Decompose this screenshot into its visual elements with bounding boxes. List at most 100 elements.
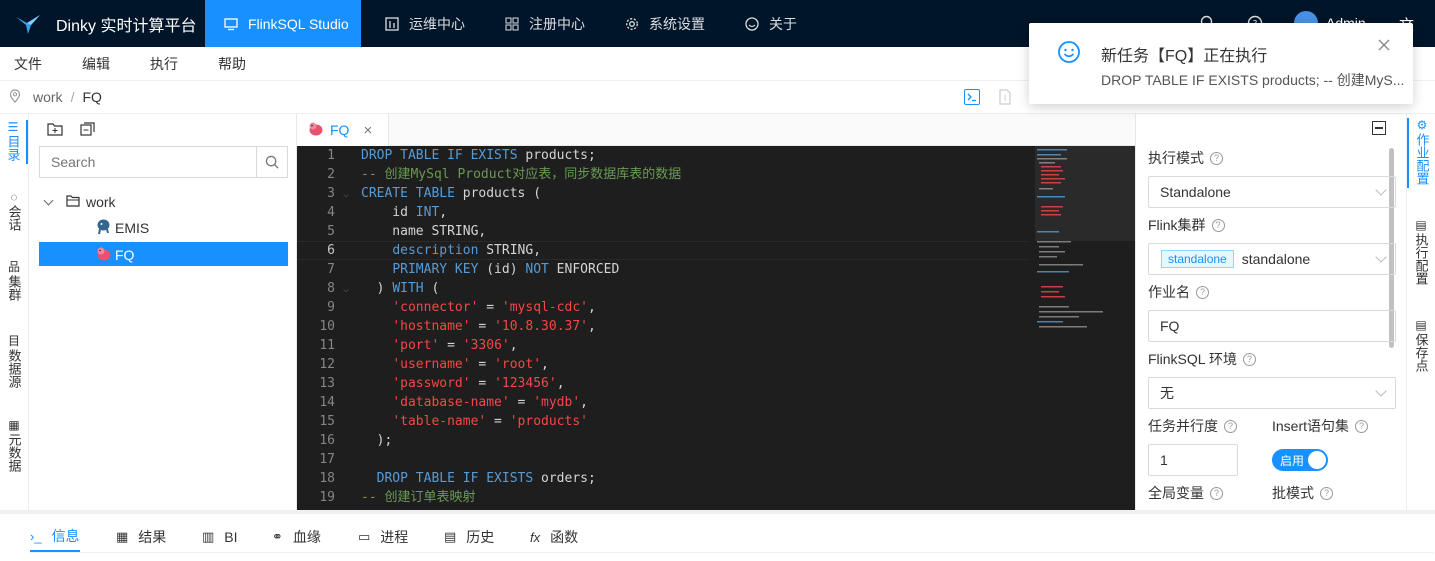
line-number: 5 — [327, 224, 335, 239]
collapse-all-icon[interactable] — [80, 122, 95, 139]
rail-job-config[interactable]: ⚙ 作业配置 — [1407, 118, 1435, 188]
rail-session[interactable]: ◌ 会话 — [0, 190, 28, 234]
flinksql-env-select[interactable]: 无 — [1148, 377, 1396, 409]
nav-flinksql-studio[interactable]: FlinkSQL Studio — [205, 0, 361, 47]
code-line[interactable]: 1 DROP TABLE IF EXISTS products; — [297, 146, 1135, 165]
tab-history[interactable]: ▤ 历史 — [444, 522, 494, 552]
code-line[interactable]: 5 name STRING, — [297, 222, 1135, 241]
question-circle-icon[interactable]: ? — [1320, 486, 1333, 500]
code-line[interactable]: 13 'password' = '123456', — [297, 374, 1135, 393]
nav-label: FlinkSQL Studio — [248, 15, 349, 32]
line-number: 4 — [327, 205, 335, 220]
insert-statement-set-toggle[interactable]: 启用 — [1272, 449, 1328, 471]
rail-exec-config[interactable]: ▤ 执行配置 — [1407, 218, 1435, 288]
code-line[interactable]: 19 -- 创建订单表映射 — [297, 488, 1135, 507]
code-line[interactable]: 8 ) WITH ( — [297, 279, 1135, 298]
code-line[interactable]: 2 -- 创建MySql Product对应表，同步数据库表的数据 — [297, 165, 1135, 184]
nav-ops-center[interactable]: 运维中心 — [385, 0, 465, 47]
tab-fq[interactable]: FQ × — [297, 114, 389, 146]
chevron-down-icon[interactable] — [43, 195, 54, 205]
menu-run[interactable]: 执行 — [150, 54, 178, 74]
export-file-icon[interactable] — [998, 89, 1012, 108]
code-line[interactable]: 10 'hostname' = '10.8.30.37', — [297, 317, 1135, 336]
code-line[interactable]: 11 'port' = '3306', — [297, 336, 1135, 355]
question-circle-icon[interactable]: ? — [1196, 285, 1209, 299]
parallelism-input[interactable]: 1 — [1148, 444, 1238, 476]
tab-functions[interactable]: fx 函数 — [530, 522, 578, 552]
question-circle-icon[interactable]: ? — [1224, 419, 1237, 433]
select-value: standalone — [1241, 251, 1311, 267]
breadcrumb-fq[interactable]: FQ — [82, 89, 101, 105]
rail-label: 保存点 — [1413, 333, 1429, 372]
tab-label: 进程 — [380, 529, 409, 545]
nav-label: 系统设置 — [649, 15, 705, 32]
minimize-icon[interactable] — [1372, 121, 1386, 135]
label-text: 执行模式 — [1148, 150, 1204, 166]
code-line[interactable]: 17 — [297, 450, 1135, 469]
close-icon[interactable] — [1378, 38, 1390, 54]
code-text: 'username' = 'root', — [392, 357, 549, 372]
tree-search-input[interactable] — [40, 147, 256, 177]
code-text: 'hostname' = '10.8.30.37', — [392, 319, 596, 334]
code-line[interactable]: 18 DROP TABLE IF EXISTS orders; — [297, 469, 1135, 488]
tab-info[interactable]: ›_ 信息 — [30, 522, 80, 552]
code-line[interactable]: 3 CREATE TABLE products ( — [297, 184, 1135, 203]
location-pin-icon — [9, 88, 21, 106]
code-line[interactable]: 7 PRIMARY KEY (id) NOT ENFORCED — [297, 260, 1135, 279]
code-line[interactable]: 15 'table-name' = 'products' — [297, 412, 1135, 431]
breadcrumb-work[interactable]: work — [33, 89, 63, 105]
tree-node-label: EMIS — [115, 220, 150, 236]
label-text: 批模式 — [1272, 485, 1314, 501]
line-number: 13 — [319, 376, 335, 391]
question-circle-icon[interactable]: ? — [1210, 151, 1223, 165]
close-icon[interactable]: × — [363, 122, 372, 139]
code-line[interactable]: 4 id INT, — [297, 203, 1135, 222]
tree-node-work[interactable]: work — [43, 190, 116, 214]
rail-cluster[interactable]: 品 集群 — [0, 260, 28, 304]
menu-file[interactable]: 文件 — [14, 54, 42, 74]
rail-datasource[interactable]: 目 数据源 — [0, 334, 28, 391]
job-config-panel: 执行模式? Standalone Flink集群? standalone sta… — [1135, 114, 1406, 510]
tab-process[interactable]: ▭ 进程 — [358, 522, 408, 552]
exec-mode-select[interactable]: Standalone — [1148, 176, 1396, 208]
list-icon: ☰ — [7, 120, 19, 134]
menu-edit[interactable]: 编辑 — [82, 54, 110, 74]
task-running-notification: 新任务【FQ】正在执行 DROP TABLE IF EXISTS product… — [1029, 23, 1413, 104]
code-line[interactable]: 9 'connector' = 'mysql-cdc', — [297, 298, 1135, 317]
code-line[interactable]: 6 description STRING, — [297, 241, 1135, 260]
tab-bi[interactable]: ▥ BI — [202, 522, 238, 552]
new-folder-icon[interactable] — [47, 122, 63, 139]
tab-lineage[interactable]: ⚭ 血缘 — [272, 522, 321, 552]
app-logo[interactable]: Dinky 实时计算平台 — [0, 0, 196, 47]
code-line[interactable]: 12 'username' = 'root', — [297, 355, 1135, 374]
nav-system-settings[interactable]: 系统设置 — [625, 0, 705, 47]
rail-savepoint[interactable]: ▤ 保存点 — [1407, 318, 1435, 375]
tree-node-fq-selected[interactable]: FQ — [39, 242, 288, 266]
tree-node-emis[interactable]: EMIS — [95, 216, 149, 240]
console-run-icon[interactable] — [964, 89, 980, 105]
menu-help[interactable]: 帮助 — [218, 54, 246, 74]
code-line[interactable]: 16 ); — [297, 431, 1135, 450]
question-circle-icon[interactable]: ? — [1210, 486, 1223, 500]
question-circle-icon[interactable]: ? — [1242, 352, 1256, 366]
sql-code-editor[interactable]: ⌵ ⌵ 1 DROP TABLE IF EXISTS products; 2 -… — [297, 146, 1135, 510]
search-button[interactable] — [256, 147, 287, 177]
rail-label: 元数据 — [6, 433, 22, 472]
insert-statement-set-label: Insert语句集? — [1272, 416, 1369, 436]
rail-metadata[interactable]: ▦ 元数据 — [0, 418, 28, 475]
code-text: 'port' = '3306', — [392, 338, 518, 353]
flink-cluster-select[interactable]: standalone standalone — [1148, 243, 1396, 275]
flink-cluster-label: Flink集群? — [1148, 215, 1225, 235]
line-number: 19 — [319, 490, 335, 505]
batch-mode-label: 批模式? — [1272, 483, 1333, 503]
job-name-input[interactable]: FQ — [1148, 310, 1396, 342]
folder-open-icon — [66, 194, 81, 210]
rail-catalog[interactable]: ☰ 目录 — [0, 120, 28, 164]
code-line[interactable]: 14 'database-name' = 'mydb', — [297, 393, 1135, 412]
smile-icon — [1057, 40, 1081, 67]
nav-about[interactable]: 关于 — [745, 0, 797, 47]
nav-registry-center[interactable]: 注册中心 — [505, 0, 585, 47]
question-circle-icon[interactable]: ? — [1211, 218, 1225, 232]
question-circle-icon[interactable]: ? — [1355, 419, 1369, 433]
tab-result[interactable]: ▦ 结果 — [116, 522, 166, 552]
